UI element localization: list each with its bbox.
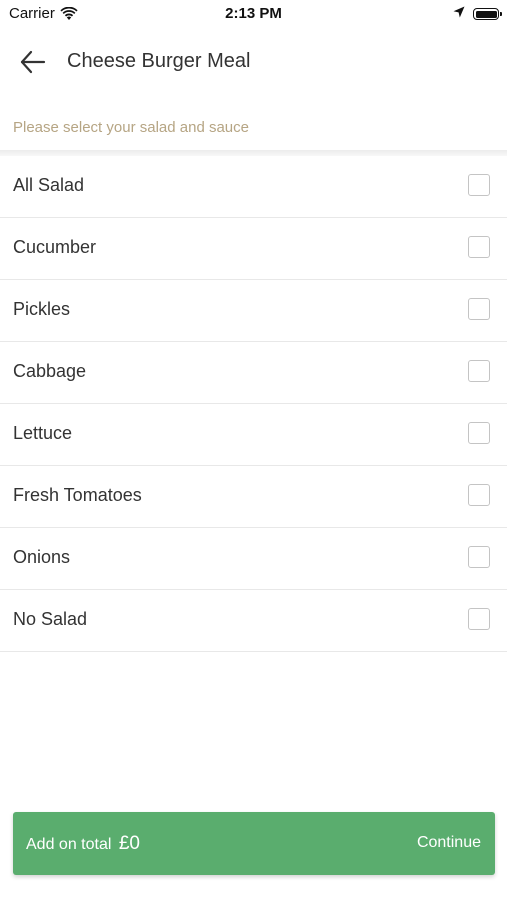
option-label: Cucumber — [13, 237, 97, 257]
continue-label: Continue — [416, 834, 481, 851]
addon-total: Add on total £0 — [26, 833, 140, 855]
option-fresh-tomatoes[interactable]: Fresh Tomatoes — [0, 466, 507, 528]
status-time: 2:13 PM — [225, 5, 282, 22]
status-bar: Carrier 2:13 PM — [0, 0, 507, 28]
checkbox[interactable] — [468, 174, 490, 196]
checkbox[interactable] — [468, 608, 490, 630]
addon-total-amount: £0 — [118, 833, 140, 854]
option-label: Pickles — [13, 299, 71, 319]
salad-options-list: All Salad Cucumber Pickles Cabbage Lettu… — [0, 156, 507, 652]
option-label: Cabbage — [13, 361, 87, 381]
checkbox[interactable] — [468, 298, 490, 320]
checkbox[interactable] — [468, 546, 490, 568]
addon-total-label: Add on total — [26, 836, 112, 853]
option-cabbage[interactable]: Cabbage — [0, 342, 507, 404]
option-label: Onions — [13, 547, 71, 567]
battery-icon — [473, 8, 502, 20]
checkbox[interactable] — [468, 422, 490, 444]
back-arrow-icon — [18, 50, 50, 80]
continue-button[interactable]: Add on total £0 Continue — [13, 812, 495, 875]
battery-level — [475, 10, 497, 18]
checkbox[interactable] — [468, 236, 490, 258]
checkbox[interactable] — [468, 484, 490, 506]
page-title: Cheese Burger Meal — [67, 50, 251, 72]
option-cucumber[interactable]: Cucumber — [0, 218, 507, 280]
option-lettuce[interactable]: Lettuce — [0, 404, 507, 466]
option-label: All Salad — [13, 175, 85, 195]
option-label: No Salad — [13, 609, 88, 629]
option-label: Fresh Tomatoes — [13, 485, 142, 505]
location-arrow-icon — [453, 5, 465, 23]
option-all-salad[interactable]: All Salad — [0, 156, 507, 218]
option-pickles[interactable]: Pickles — [0, 280, 507, 342]
option-onions[interactable]: Onions — [0, 528, 507, 590]
option-no-salad[interactable]: No Salad — [0, 590, 507, 652]
option-label: Lettuce — [13, 423, 73, 443]
back-button[interactable] — [18, 48, 50, 76]
checkbox[interactable] — [468, 360, 490, 382]
status-right-icons — [453, 5, 502, 23]
header: Cheese Burger Meal — [0, 34, 507, 90]
selection-instructions: Please select your salad and sauce — [13, 119, 249, 136]
